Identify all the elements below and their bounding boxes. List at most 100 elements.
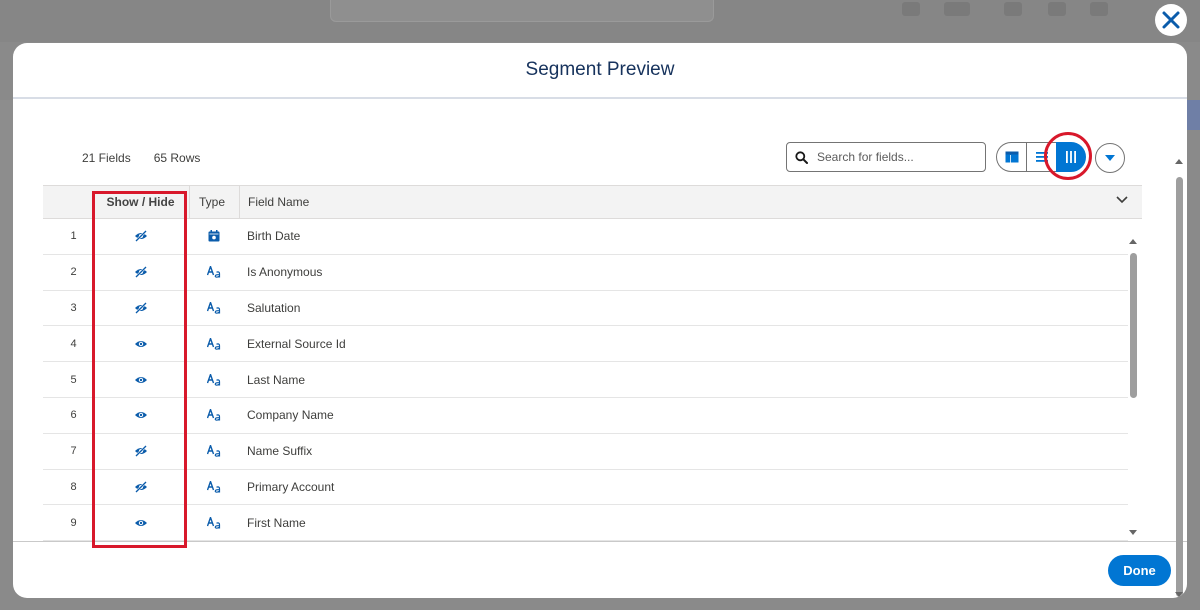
row-number: 2 — [70, 266, 77, 279]
eye-icon — [134, 376, 147, 383]
chevron-down-icon[interactable] — [1116, 196, 1128, 204]
modal-body: 21 Fields 65 Rows Search for fields... S… — [13, 100, 1187, 597]
background-icon — [1048, 2, 1066, 16]
field-type — [189, 409, 239, 422]
close-modal-button[interactable] — [1155, 4, 1187, 36]
scrollbar-thumb[interactable] — [1176, 177, 1183, 597]
row-number: 9 — [70, 516, 77, 529]
column-view-button[interactable] — [1056, 142, 1086, 172]
eye-icon — [134, 519, 147, 526]
row-number: 3 — [70, 301, 77, 314]
field-name: Salutation — [247, 300, 301, 315]
field-name-header[interactable]: Field Name — [239, 186, 1142, 218]
visibility-toggle[interactable] — [92, 518, 189, 528]
field-type — [189, 373, 239, 386]
visibility-toggle[interactable] — [92, 445, 189, 458]
columns-icon — [1066, 151, 1076, 163]
row-number: 6 — [70, 409, 77, 422]
table-header: Show / Hide Type Field Name — [43, 185, 1142, 219]
field-name: First Name — [247, 515, 306, 530]
table-view-button[interactable] — [996, 142, 1026, 172]
table-view-icon — [1005, 151, 1018, 163]
text-type-icon — [207, 301, 221, 314]
row-number: 5 — [70, 373, 77, 386]
visibility-toggle[interactable] — [92, 266, 189, 279]
background-search — [330, 0, 714, 22]
background-icon — [902, 2, 920, 16]
eye-icon — [134, 412, 147, 419]
type-header[interactable]: Type — [189, 186, 239, 218]
view-toggle-group — [996, 142, 1086, 172]
visibility-toggle[interactable] — [92, 410, 189, 420]
table-row: 6 Company Name — [43, 398, 1128, 434]
row-number: 4 — [70, 337, 77, 350]
field-type — [189, 445, 239, 457]
modal-scrollbar[interactable] — [1173, 157, 1187, 598]
visibility-toggle[interactable] — [92, 230, 189, 243]
list-view-button[interactable] — [1026, 142, 1056, 172]
table-row: 3 Salutation — [43, 291, 1128, 327]
show-hide-header[interactable]: Show / Hide — [92, 195, 189, 209]
scrollbar-thumb[interactable] — [1130, 253, 1137, 398]
search-input[interactable] — [817, 150, 977, 164]
text-type-icon — [207, 480, 221, 493]
scroll-up-arrow[interactable] — [1175, 159, 1183, 164]
text-type-icon — [207, 266, 221, 278]
list-view-icon — [1035, 152, 1048, 162]
scroll-down-arrow[interactable] — [1129, 530, 1137, 535]
caret-down-icon — [1105, 155, 1115, 161]
row-number: 8 — [70, 480, 77, 493]
modal-title: Segment Preview — [525, 59, 675, 80]
close-icon — [1162, 11, 1180, 29]
eye-slash-icon — [134, 266, 147, 279]
field-type — [189, 480, 239, 493]
field-name: Name Suffix — [247, 444, 313, 459]
more-options-dropdown[interactable] — [1095, 143, 1125, 173]
text-type-icon — [207, 516, 221, 529]
visibility-toggle[interactable] — [92, 481, 189, 493]
fields-count: 21 Fields — [82, 151, 131, 165]
rows-count: 65 Rows — [153, 151, 201, 165]
row-number: 7 — [70, 445, 77, 458]
field-name: Company Name — [247, 408, 334, 423]
field-type — [189, 337, 239, 350]
table-scrollbar[interactable] — [1127, 237, 1139, 537]
scroll-down-arrow[interactable] — [1175, 592, 1183, 597]
visibility-toggle[interactable] — [92, 375, 189, 385]
background-left-strip — [0, 100, 14, 430]
record-counts: 21 Fields 65 Rows — [82, 151, 200, 165]
eye-slash-icon — [134, 481, 147, 493]
visibility-toggle[interactable] — [92, 339, 189, 349]
visibility-toggle[interactable] — [92, 302, 189, 314]
field-name: External Source Id — [247, 336, 346, 351]
field-name: Is Anonymous — [247, 265, 323, 280]
done-button[interactable]: Done — [1108, 555, 1171, 586]
background-icon — [944, 2, 970, 16]
table-row: 8 Primary Account — [43, 470, 1128, 506]
fields-table: Show / Hide Type Field Name 1 Birth Date 2… — [43, 185, 1142, 541]
row-number: 1 — [70, 230, 77, 243]
field-type — [189, 230, 239, 242]
scroll-up-arrow[interactable] — [1129, 239, 1137, 244]
eye-slash-icon — [134, 302, 147, 314]
table-row: 1 Birth Date — [43, 219, 1128, 255]
text-type-icon — [207, 409, 221, 422]
modal-header: Segment Preview — [13, 43, 1187, 99]
field-name: Birth Date — [247, 229, 301, 244]
field-type — [189, 516, 239, 529]
eye-slash-icon — [134, 230, 147, 243]
field-name: Last Name — [247, 372, 306, 387]
field-type — [189, 266, 239, 278]
text-type-icon — [207, 337, 221, 350]
text-type-icon — [207, 373, 221, 386]
table-row: 7 Name Suffix — [43, 434, 1128, 470]
search-icon — [795, 150, 808, 164]
field-type — [189, 301, 239, 314]
background-icon — [1090, 2, 1108, 16]
field-search-box[interactable] — [786, 142, 986, 172]
table-row: 5 Last Name — [43, 362, 1128, 398]
background-right-strip — [1186, 100, 1200, 130]
table-row: 4 External Source Id — [43, 326, 1128, 363]
table-row: 9 First Name — [43, 505, 1128, 541]
background-icon — [1004, 2, 1022, 16]
